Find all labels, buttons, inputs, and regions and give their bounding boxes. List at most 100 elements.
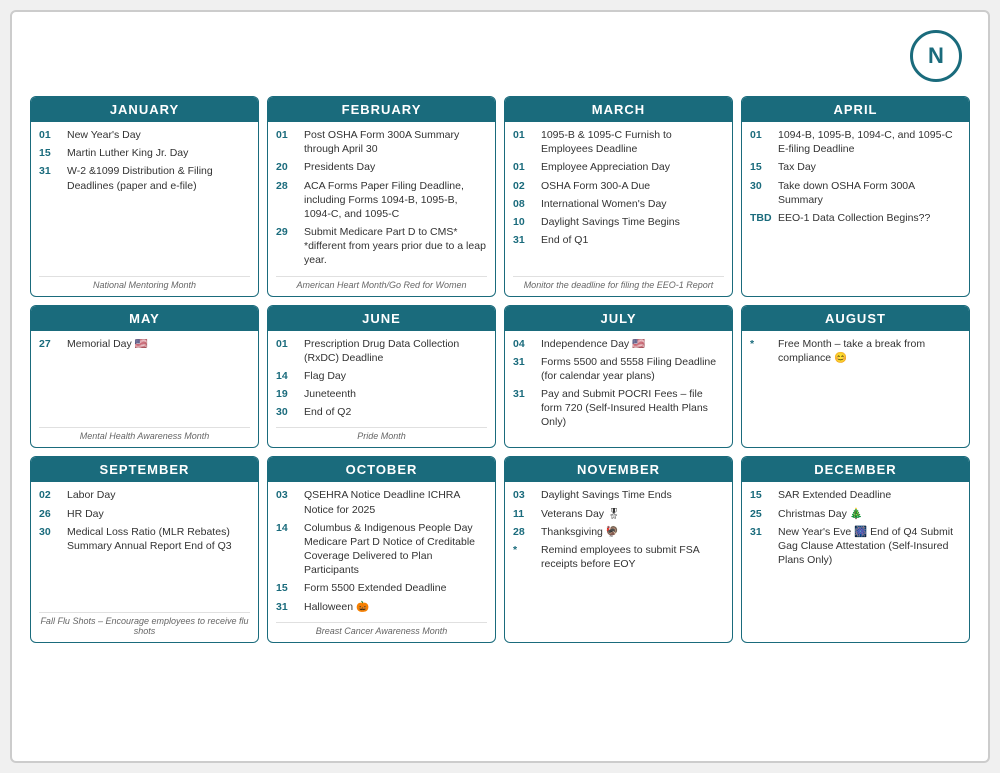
event-date: 02 [513,179,535,193]
month-header-january: JANUARY [31,97,258,122]
month-card-february: FEBRUARY01Post OSHA Form 300A Summary th… [267,96,496,297]
month-body-june: 01Prescription Drug Data Collection (RxD… [268,331,495,448]
event-date: * [513,543,535,571]
event-date: 01 [39,128,61,142]
event-item: 31New Year's Eve 🎆 End of Q4 Submit Gag … [750,525,961,568]
event-text: Take down OSHA Form 300A Summary [778,179,961,207]
event-text: New Year's Day [67,128,141,142]
event-item: 30Medical Loss Ratio (MLR Rebates) Summa… [39,525,250,553]
event-text: 1094-B, 1095-B, 1094-C, and 1095-C E-fil… [778,128,961,156]
event-date: 25 [750,507,772,521]
event-date: 15 [276,581,298,595]
month-body-may: 27Memorial Day 🇺🇸 Mental Health Awareness… [31,331,258,448]
event-date: 15 [39,146,61,160]
month-footer: Monitor the deadline for filing the EEO-… [513,276,724,290]
event-text: Prescription Drug Data Collection (RxDC)… [304,337,487,365]
month-header-july: JULY [505,306,732,331]
event-date: 03 [276,488,298,516]
event-item: 26HR Day [39,507,250,521]
month-card-march: MARCH 011095-B & 1095-C Furnish to Employ… [504,96,733,297]
event-text: EEO-1 Data Collection Begins?? [778,211,930,225]
event-text: Halloween 🎃 [304,600,369,614]
event-date: 29 [276,225,298,268]
event-date: 31 [513,355,535,383]
event-item: 10 Daylight Savings Time Begins [513,215,724,229]
event-date: 15 [750,488,772,502]
event-text: Form 5500 Extended Deadline [304,581,446,595]
event-text: Tax Day [778,160,816,174]
month-card-august: AUGUST*Free Month – take a break from co… [741,305,970,449]
event-text: SAR Extended Deadline [778,488,891,502]
event-date: 01 [276,128,298,156]
event-date: 31 [276,600,298,614]
event-date: 15 [750,160,772,174]
event-item: 19 Juneteenth [276,387,487,401]
month-card-october: OCTOBER03QSEHRA Notice Deadline ICHRA No… [267,456,496,642]
logo-icon: N [910,30,962,82]
event-text: Submit Medicare Part D to CMS* *differen… [304,225,487,268]
event-date: 20 [276,160,298,174]
month-card-november: NOVEMBER 03Daylight Savings Time Ends 11 Ve… [504,456,733,642]
event-date: 19 [276,387,298,401]
event-item: 31W-2 &1099 Distribution & Filing Deadli… [39,164,250,192]
event-item: 30Take down OSHA Form 300A Summary [750,179,961,207]
month-body-december: 15SAR Extended Deadline25Christmas Day 🎄… [742,482,969,641]
month-header-june: JUNE [268,306,495,331]
event-date: 11 [513,507,535,521]
month-card-december: DECEMBER15SAR Extended Deadline25Christm… [741,456,970,642]
month-footer: Fall Flu Shots – Encourage employees to … [39,612,250,636]
event-text: Juneteenth [304,387,356,401]
event-date: 14 [276,369,298,383]
event-date: * [750,337,772,365]
event-text: End of Q2 [304,405,351,419]
event-date: 10 [513,215,535,229]
event-date: 31 [513,233,535,247]
month-body-march: 011095-B & 1095-C Furnish to Employees D… [505,122,732,296]
calendar-grid: JANUARY 01 New Year's Day 15 Martin Luther K… [30,96,970,643]
month-body-april: 011094-B, 1095-B, 1094-C, and 1095-C E-f… [742,122,969,296]
event-item: 01 New Year's Day [39,128,250,142]
event-item: 31 Halloween 🎃 [276,600,487,614]
event-text: New Year's Eve 🎆 End of Q4 Submit Gag Cl… [778,525,961,568]
page: N JANUARY 01 New Year's Day 15 Martin Luther… [10,10,990,763]
month-body-september: 02Labor Day26HR Day30Medical Loss Ratio … [31,482,258,641]
event-item: 01Prescription Drug Data Collection (RxD… [276,337,487,365]
event-text: Martin Luther King Jr. Day [67,146,188,160]
month-header-september: SEPTEMBER [31,457,258,482]
event-date: 08 [513,197,535,211]
event-item: 31End of Q1 [513,233,724,247]
event-item: *Remind employees to submit FSA receipts… [513,543,724,571]
logo-area: N [910,30,970,82]
month-footer: Mental Health Awareness Month [39,427,250,441]
event-item: 04Independence Day 🇺🇸 [513,337,724,351]
event-item: 011095-B & 1095-C Furnish to Employees D… [513,128,724,156]
event-date: 30 [276,405,298,419]
month-header-may: MAY [31,306,258,331]
event-date: TBD [750,211,772,225]
event-item: 01Post OSHA Form 300A Summary through Ap… [276,128,487,156]
event-text: Presidents Day [304,160,375,174]
month-header-march: MARCH [505,97,732,122]
event-item: 14 Flag Day [276,369,487,383]
event-text: Daylight Savings Time Begins [541,215,680,229]
event-text: Veterans Day 🎖 [541,507,620,521]
event-text: Columbus & Indigenous People Day Medicar… [304,521,487,578]
event-text: ACA Forms Paper Filing Deadline, includi… [304,179,487,222]
event-date: 26 [39,507,61,521]
month-header-october: OCTOBER [268,457,495,482]
event-date: 02 [39,488,61,502]
event-item: 03Daylight Savings Time Ends [513,488,724,502]
event-date: 28 [513,525,535,539]
event-item: 31Pay and Submit POCRI Fees – file form … [513,387,724,430]
event-item: 27Memorial Day 🇺🇸 [39,337,250,351]
event-date: 03 [513,488,535,502]
event-text: International Women's Day [541,197,667,211]
event-date: 31 [750,525,772,568]
month-card-january: JANUARY 01 New Year's Day 15 Martin Luther K… [30,96,259,297]
event-date: 01 [276,337,298,365]
event-text: Flag Day [304,369,346,383]
month-header-november: NOVEMBER [505,457,732,482]
event-text: Memorial Day 🇺🇸 [67,337,148,351]
month-footer: Pride Month [276,427,487,441]
event-text: Employee Appreciation Day [541,160,670,174]
